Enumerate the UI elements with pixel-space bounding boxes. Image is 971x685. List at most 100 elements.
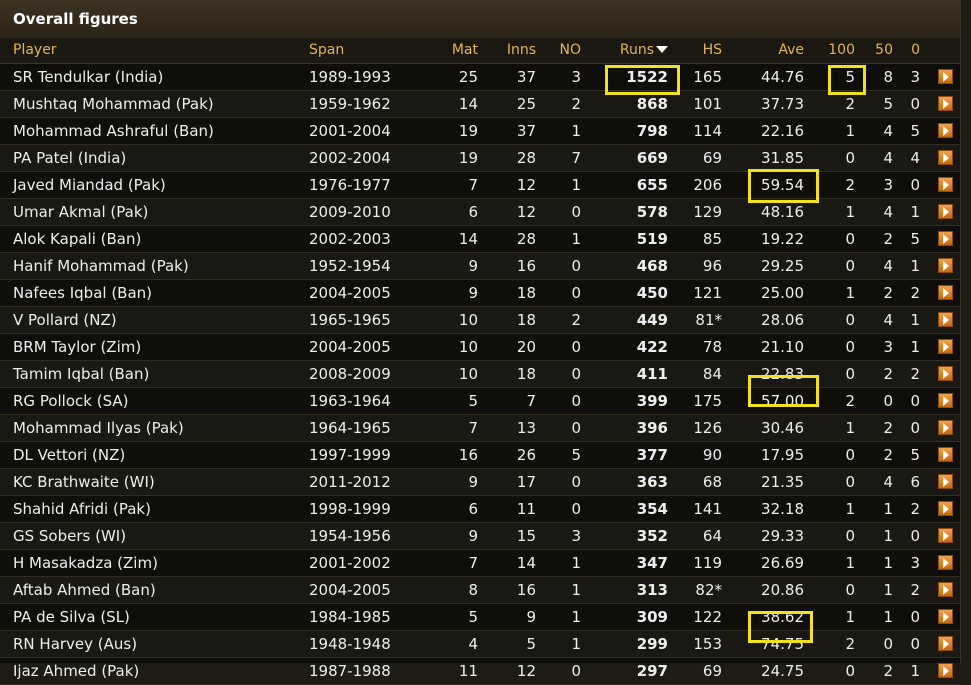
span-cell: 2004-2005 [309, 581, 391, 599]
play-arrow-icon[interactable] [938, 420, 953, 435]
hs-cell: 64 [702, 527, 722, 545]
player-name[interactable]: H Masakadza (Zim) [13, 550, 158, 576]
col-player[interactable]: Player [13, 38, 57, 63]
col-100[interactable]: 100 [828, 38, 855, 63]
player-name[interactable]: Mushtaq Mohammad (Pak) [13, 91, 214, 117]
hs-cell: 126 [693, 419, 722, 437]
play-arrow-icon[interactable] [938, 150, 953, 165]
col-span[interactable]: Span [309, 38, 344, 63]
fifties-cell: 2 [883, 230, 893, 248]
player-name[interactable]: Mohammad Ashraful (Ban) [13, 118, 214, 144]
play-arrow-icon[interactable] [938, 123, 953, 138]
mat-cell: 7 [468, 176, 478, 194]
no-cell: 2 [571, 95, 581, 113]
runs-cell: 422 [636, 338, 668, 356]
player-name[interactable]: Ijaz Ahmed (Pak) [13, 658, 139, 684]
play-arrow-icon[interactable] [938, 366, 953, 381]
inns-cell: 28 [516, 149, 536, 167]
col-inns[interactable]: Inns [507, 38, 536, 63]
play-arrow-icon[interactable] [938, 96, 953, 111]
col-0[interactable]: 0 [911, 38, 920, 63]
play-arrow-icon[interactable] [938, 312, 953, 327]
no-cell: 7 [571, 149, 581, 167]
hundreds-cell: 0 [845, 473, 855, 491]
runs-cell: 309 [636, 608, 668, 626]
play-arrow-icon[interactable] [938, 69, 953, 84]
player-name[interactable]: Mohammad Ilyas (Pak) [13, 415, 184, 441]
play-arrow-icon[interactable] [938, 231, 953, 246]
span-cell: 2002-2004 [309, 149, 391, 167]
table-row: Hanif Mohammad (Pak) 1952-1954 9 16 0 468 96 29… [0, 253, 960, 280]
runs-cell: 798 [636, 122, 668, 140]
inns-cell: 16 [516, 257, 536, 275]
no-cell: 0 [571, 284, 581, 302]
player-name[interactable]: Aftab Ahmed (Ban) [13, 577, 156, 603]
col-ave[interactable]: Ave [778, 38, 804, 63]
player-name[interactable]: SR Tendulkar (India) [13, 64, 163, 90]
player-name[interactable]: Hanif Mohammad (Pak) [13, 253, 189, 279]
play-arrow-icon[interactable] [938, 285, 953, 300]
ave-cell: 44.76 [761, 68, 804, 86]
mat-cell: 7 [468, 419, 478, 437]
ducks-cell: 5 [910, 122, 920, 140]
col-50[interactable]: 50 [875, 38, 893, 63]
fifties-cell: 4 [883, 203, 893, 221]
span-cell: 1954-1956 [309, 527, 391, 545]
inns-cell: 9 [526, 608, 536, 626]
hs-cell: 84 [702, 365, 722, 383]
fifties-cell: 3 [883, 176, 893, 194]
mat-cell: 10 [458, 311, 478, 329]
player-name[interactable]: PA Patel (India) [13, 145, 126, 171]
play-arrow-icon[interactable] [938, 393, 953, 408]
player-name[interactable]: RN Harvey (Aus) [13, 631, 137, 657]
player-name[interactable]: V Pollard (NZ) [13, 307, 117, 333]
hs-cell: 114 [693, 122, 722, 140]
fifties-cell: 2 [883, 365, 893, 383]
col-hs[interactable]: HS [703, 38, 722, 63]
player-name[interactable]: Javed Miandad (Pak) [13, 172, 166, 198]
player-name[interactable]: Tamim Iqbal (Ban) [13, 361, 149, 387]
runs-cell: 352 [636, 527, 668, 545]
hs-cell: 206 [693, 176, 722, 194]
ducks-cell: 0 [910, 392, 920, 410]
play-arrow-icon[interactable] [938, 555, 953, 570]
player-name[interactable]: Shahid Afridi (Pak) [13, 496, 151, 522]
play-arrow-icon[interactable] [938, 204, 953, 219]
mat-cell: 9 [468, 473, 478, 491]
hundreds-cell: 0 [845, 365, 855, 383]
play-arrow-icon[interactable] [938, 177, 953, 192]
player-name[interactable]: Nafees Iqbal (Ban) [13, 280, 152, 306]
col-runs[interactable]: Runs [620, 38, 668, 63]
player-name[interactable]: Umar Akmal (Pak) [13, 199, 148, 225]
play-arrow-icon[interactable] [938, 258, 953, 273]
span-cell: 1984-1985 [309, 608, 391, 626]
ducks-cell: 6 [910, 473, 920, 491]
play-arrow-icon[interactable] [938, 582, 953, 597]
table-row: DL Vettori (NZ) 1997-1999 16 26 5 377 90 17.95 0… [0, 442, 960, 469]
play-arrow-icon[interactable] [938, 447, 953, 462]
player-name[interactable]: DL Vettori (NZ) [13, 442, 125, 468]
no-cell: 0 [571, 203, 581, 221]
col-mat[interactable]: Mat [452, 38, 478, 63]
span-cell: 2009-2010 [309, 203, 391, 221]
fifties-cell: 0 [883, 392, 893, 410]
span-cell: 1948-1948 [309, 635, 391, 653]
player-name[interactable]: Alok Kapali (Ban) [13, 226, 141, 252]
play-arrow-icon[interactable] [938, 474, 953, 489]
player-name[interactable]: GS Sobers (WI) [13, 523, 126, 549]
player-name[interactable]: KC Brathwaite (WI) [13, 469, 155, 495]
play-arrow-icon[interactable] [938, 609, 953, 624]
player-name[interactable]: RG Pollock (SA) [13, 388, 128, 414]
fifties-cell: 1 [883, 527, 893, 545]
ave-cell: 24.75 [761, 662, 804, 680]
play-arrow-icon[interactable] [938, 339, 953, 354]
play-arrow-icon[interactable] [938, 501, 953, 516]
fifties-cell: 4 [883, 311, 893, 329]
col-no[interactable]: NO [560, 38, 582, 63]
runs-cell: 399 [636, 392, 668, 410]
play-arrow-icon[interactable] [938, 636, 953, 651]
player-name[interactable]: BRM Taylor (Zim) [13, 334, 141, 360]
play-arrow-icon[interactable] [938, 663, 953, 678]
player-name[interactable]: PA de Silva (SL) [13, 604, 130, 630]
play-arrow-icon[interactable] [938, 528, 953, 543]
